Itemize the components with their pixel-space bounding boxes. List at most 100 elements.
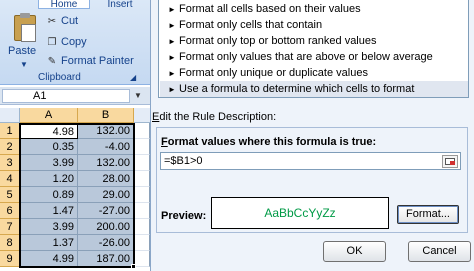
cell[interactable] <box>134 251 150 267</box>
scissors-icon: ✂ <box>47 16 57 27</box>
rule-type-label: Format only values that are above or bel… <box>179 51 433 63</box>
row-header[interactable]: 2 <box>0 139 20 155</box>
cell[interactable]: 1.20 <box>20 171 78 187</box>
formula-label: Format values where this formula is true… <box>161 136 376 148</box>
dialog-launcher-icon[interactable]: ◢ <box>130 73 136 82</box>
cell[interactable]: 132.00 <box>78 155 134 171</box>
arrow-right-icon: ► <box>168 21 176 30</box>
cell[interactable] <box>134 155 150 171</box>
ribbon: Home Insert Paste ▼ ✂ Cut ❐ Copy ✎ Format P… <box>0 0 150 85</box>
cut-label: Cut <box>61 15 79 27</box>
formula-value: =$B1>0 <box>164 155 203 167</box>
cell[interactable]: 0.35 <box>20 139 78 155</box>
column-header-a[interactable]: A <box>20 108 78 123</box>
rule-type-label: Format only top or bottom ranked values <box>179 35 377 47</box>
copy-label: Copy <box>61 36 87 48</box>
table-row: 3 3.99 132.00 <box>0 155 150 171</box>
row-header[interactable]: 3 <box>0 155 20 171</box>
preview-box: AaBbCcYyZz <box>211 197 389 229</box>
table-row: 4 1.20 28.00 <box>0 171 150 187</box>
cell[interactable] <box>134 203 150 219</box>
rule-type-list[interactable]: ► Format all cells based on their values … <box>158 0 469 98</box>
cell[interactable]: -27.00 <box>78 203 134 219</box>
fill-handle[interactable] <box>131 264 136 269</box>
rule-type-label: Format only unique or duplicate values <box>179 67 368 79</box>
cell[interactable] <box>134 123 150 139</box>
worksheet-grid: A B 1 4.98 132.00 2 0.35 -4.00 3 3.99 13… <box>0 108 150 271</box>
rule-type-item-selected[interactable]: ► Use a formula to determine which cells … <box>160 81 468 97</box>
clipboard-group-label: Clipboard <box>38 72 81 83</box>
column-header-c[interactable] <box>134 108 150 123</box>
cancel-button[interactable]: Cancel <box>408 241 471 262</box>
rule-type-item[interactable]: ► Format only cells that contain <box>160 17 468 33</box>
cell[interactable]: 200.00 <box>78 219 134 235</box>
row-header[interactable]: 5 <box>0 187 20 203</box>
rule-type-label: Format all cells based on their values <box>179 3 361 15</box>
rule-type-label: Use a formula to determine which cells t… <box>179 83 415 95</box>
paste-button[interactable]: Paste ▼ <box>6 12 42 70</box>
rule-type-item[interactable]: ► Format only top or bottom ranked values <box>160 33 468 49</box>
formula-input[interactable]: =$B1>0 <box>160 152 461 170</box>
formula-bar: A1 ▼ <box>0 87 150 105</box>
row-header[interactable]: 7 <box>0 219 20 235</box>
select-all-corner[interactable] <box>0 108 20 123</box>
tab-home[interactable]: Home <box>38 0 90 10</box>
table-row: 2 0.35 -4.00 <box>0 139 150 155</box>
cut-button[interactable]: ✂ Cut <box>46 14 78 29</box>
rule-type-item[interactable]: ► Format all cells based on their values <box>160 1 468 17</box>
rule-description-label: Edit the Rule Description: <box>152 111 276 123</box>
formula-label-text: ormat values where this formula is true: <box>167 136 377 148</box>
arrow-right-icon: ► <box>168 85 176 94</box>
cell[interactable] <box>134 235 150 251</box>
format-button[interactable]: Format... <box>397 205 459 224</box>
cell[interactable]: 4.98 <box>20 123 78 139</box>
rule-type-item[interactable]: ► Format only unique or duplicate values <box>160 65 468 81</box>
tab-insert[interactable]: Insert <box>100 0 140 10</box>
row-header[interactable]: 9 <box>0 251 20 267</box>
table-row: 6 1.47 -27.00 <box>0 203 150 219</box>
cell[interactable]: -26.00 <box>78 235 134 251</box>
cell[interactable]: 3.99 <box>20 219 78 235</box>
clipboard-icon <box>14 13 36 42</box>
table-row: 9 4.99 187.00 <box>0 251 150 267</box>
row-header[interactable]: 4 <box>0 171 20 187</box>
cell[interactable] <box>134 187 150 203</box>
rule-type-item[interactable]: ► Format only values that are above or be… <box>160 49 468 65</box>
rule-description-panel: Format values where this formula is true… <box>156 127 468 233</box>
arrow-right-icon: ► <box>168 37 176 46</box>
chevron-down-icon[interactable]: ▼ <box>134 91 142 100</box>
cell[interactable] <box>134 139 150 155</box>
rule-description-text: dit the Rule Description: <box>159 111 277 123</box>
row-header[interactable]: 6 <box>0 203 20 219</box>
ok-button[interactable]: OK <box>323 241 386 262</box>
paste-label: Paste <box>8 45 37 57</box>
cell[interactable]: 1.37 <box>20 235 78 251</box>
cell[interactable]: 0.89 <box>20 187 78 203</box>
arrow-right-icon: ► <box>168 69 176 78</box>
cell[interactable]: 28.00 <box>78 171 134 187</box>
chevron-down-icon: ▼ <box>20 60 28 69</box>
name-box[interactable]: A1 <box>2 89 130 103</box>
cell[interactable] <box>134 171 150 187</box>
cell[interactable]: 4.99 <box>20 251 78 267</box>
row-header[interactable]: 1 <box>0 123 20 139</box>
format-painter-button[interactable]: ✎ Format Painter <box>46 54 134 69</box>
paintbrush-icon: ✎ <box>47 56 57 67</box>
cell[interactable]: 29.00 <box>78 187 134 203</box>
rule-type-label: Format only cells that contain <box>179 19 323 31</box>
table-row: 5 0.89 29.00 <box>0 187 150 203</box>
cell[interactable]: 1.47 <box>20 203 78 219</box>
arrow-right-icon: ► <box>168 5 176 14</box>
access-key: F <box>161 136 168 148</box>
row-header[interactable]: 8 <box>0 235 20 251</box>
new-formatting-rule-dialog: ► Format all cells based on their values … <box>150 0 474 271</box>
copy-button[interactable]: ❐ Copy <box>46 35 87 50</box>
column-header-b[interactable]: B <box>78 108 134 123</box>
cell[interactable]: 3.99 <box>20 155 78 171</box>
cell[interactable]: 187.00 <box>78 251 134 267</box>
arrow-right-icon: ► <box>168 53 176 62</box>
cell[interactable] <box>134 219 150 235</box>
cell[interactable]: -4.00 <box>78 139 134 155</box>
cell[interactable]: 132.00 <box>78 123 134 139</box>
collapse-dialog-button[interactable] <box>442 155 458 168</box>
